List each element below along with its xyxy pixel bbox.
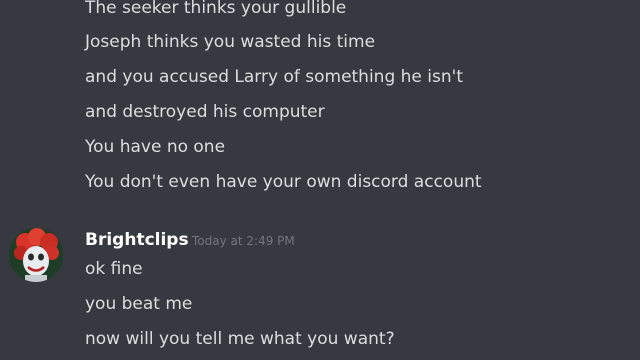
chat-messages: The seeker thinks your gullible Joseph t… bbox=[0, 0, 640, 360]
message-text: and destroyed his computer bbox=[85, 102, 325, 122]
message-text: and you accused Larry of something he is… bbox=[85, 67, 463, 87]
username[interactable]: Brightclips bbox=[85, 229, 189, 251]
message-text: You have no one bbox=[85, 137, 226, 157]
message-text: you beat me bbox=[85, 294, 193, 314]
message-text: ok fine bbox=[85, 259, 143, 279]
message-text: You don't even have your own discord acc… bbox=[85, 172, 482, 192]
message-text: now will you tell me what you want? bbox=[85, 329, 395, 349]
message-timestamp: Today at 2:49 PM bbox=[192, 234, 295, 248]
avatar-icon[interactable] bbox=[9, 228, 63, 282]
message-text: The seeker thinks your gullible bbox=[85, 0, 347, 18]
message-text: Joseph thinks you wasted his time bbox=[85, 32, 376, 52]
